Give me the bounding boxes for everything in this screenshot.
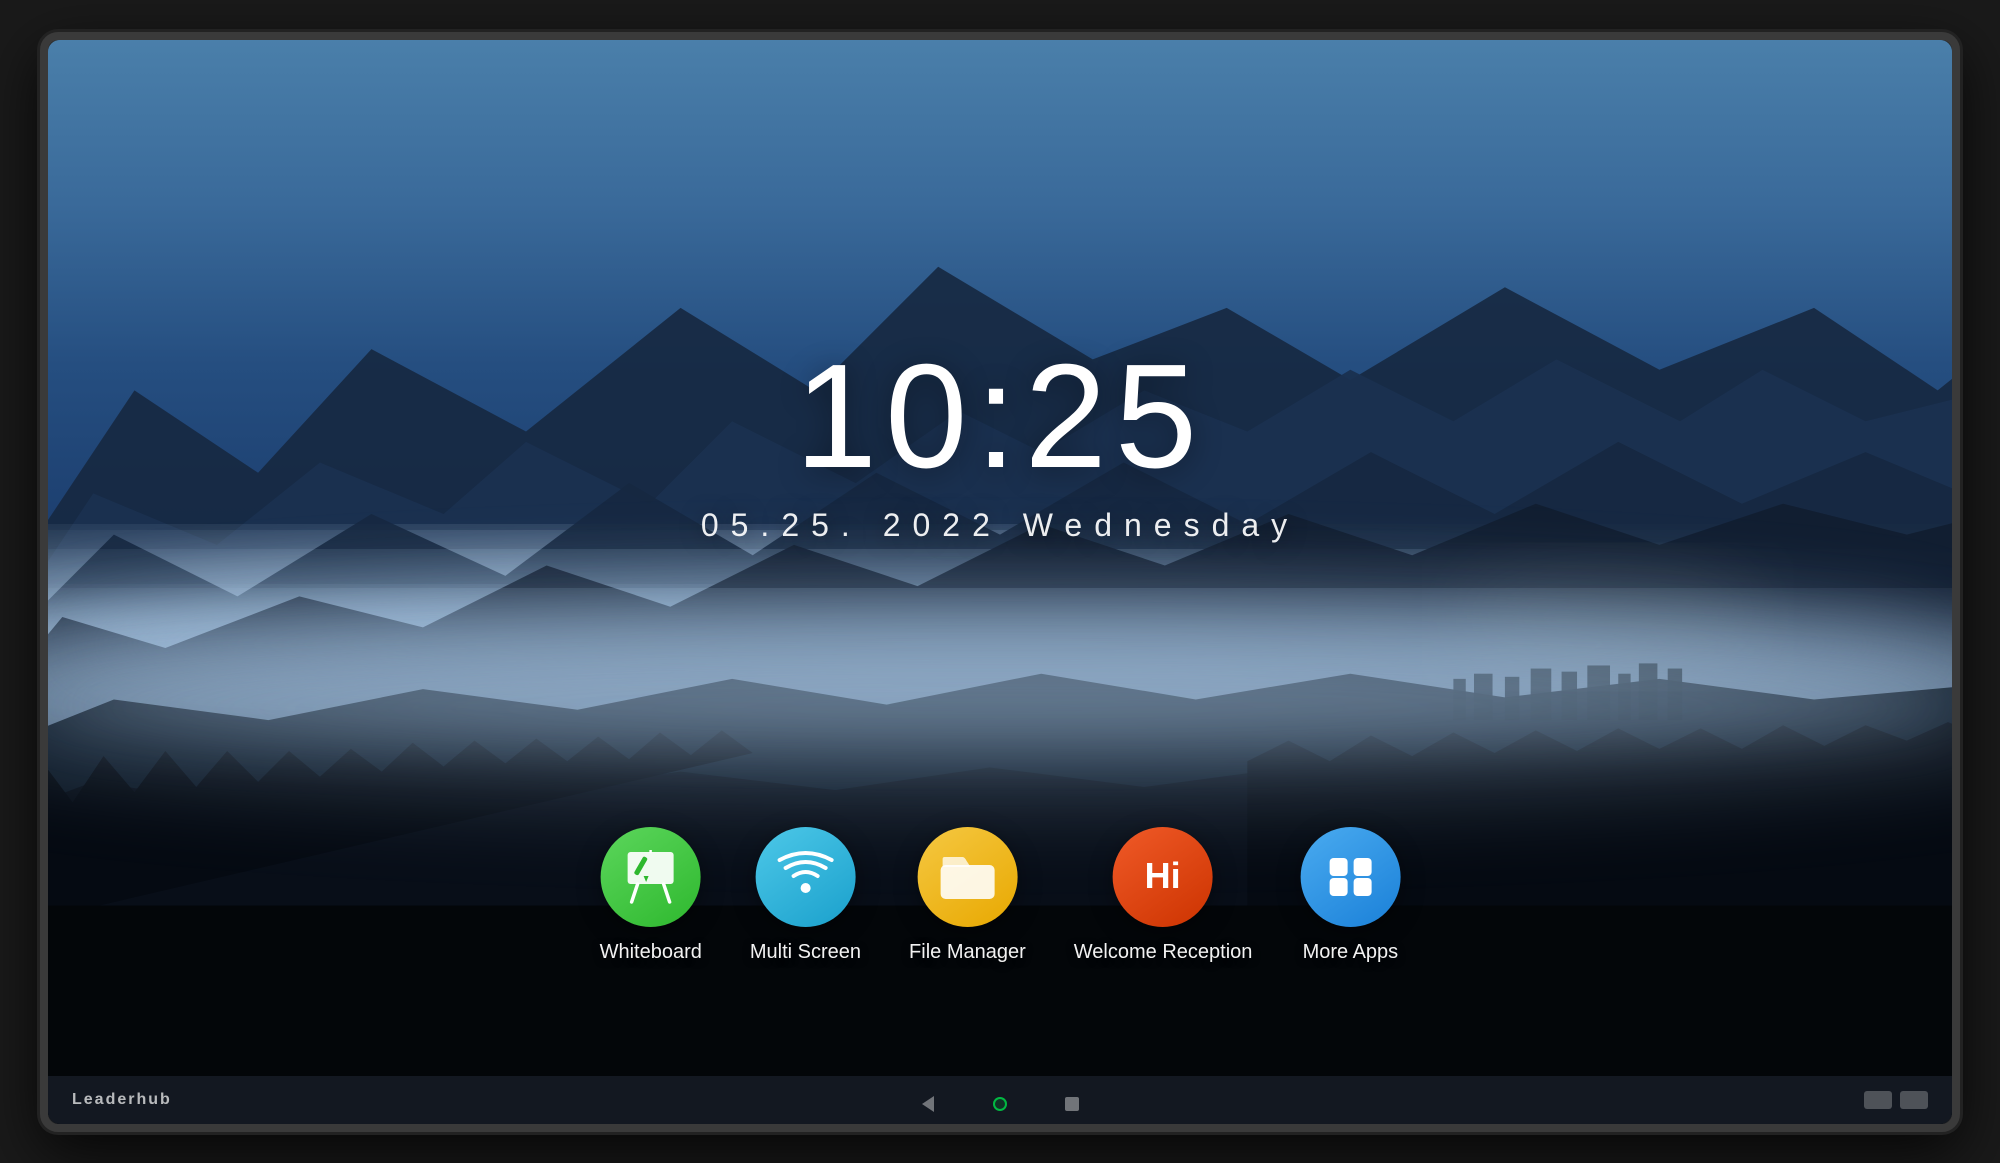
bottom-nav-buttons	[916, 1092, 1084, 1116]
screen: 10:25 05.25. 2022 Wednesday	[48, 40, 1952, 1124]
apps-container: Whiteboard Multi Screen	[600, 827, 1401, 964]
filemanager-label: File Manager	[909, 941, 1026, 964]
clock-time: 10:25	[701, 343, 1299, 491]
bottom-bar: Leaderhub	[48, 1076, 1952, 1124]
menu-icon	[1065, 1097, 1079, 1111]
moreapps-label: More Apps	[1303, 941, 1399, 964]
bottom-icon-1[interactable]	[1864, 1091, 1892, 1109]
nav-home-button[interactable]	[988, 1092, 1012, 1116]
clock-container: 10:25 05.25. 2022 Wednesday	[701, 343, 1299, 544]
app-whiteboard[interactable]: Whiteboard	[600, 827, 702, 964]
multiscreen-svg-icon	[776, 850, 834, 904]
clock-date: 05.25. 2022 Wednesday	[701, 507, 1299, 544]
multiscreen-icon-bg[interactable]	[755, 827, 855, 927]
app-welcome[interactable]: Hi Welcome Reception	[1074, 827, 1253, 964]
bottom-right-controls	[1864, 1091, 1928, 1109]
whiteboard-icon-bg[interactable]	[601, 827, 701, 927]
monitor-frame: 10:25 05.25. 2022 Wednesday	[40, 32, 1960, 1132]
bottom-icon-2[interactable]	[1900, 1091, 1928, 1109]
whiteboard-svg-icon	[622, 850, 680, 904]
back-icon	[922, 1096, 934, 1112]
app-filemanager[interactable]: File Manager	[909, 827, 1026, 964]
nav-back-button[interactable]	[916, 1092, 940, 1116]
welcome-icon-bg[interactable]: Hi	[1113, 827, 1213, 927]
app-moreapps[interactable]: More Apps	[1300, 827, 1400, 964]
nav-menu-button[interactable]	[1060, 1092, 1084, 1116]
filemanager-svg-icon	[936, 851, 998, 903]
whiteboard-label: Whiteboard	[600, 941, 702, 964]
mist-layer-3	[48, 634, 1952, 784]
home-icon	[993, 1097, 1007, 1111]
app-multiscreen[interactable]: Multi Screen	[750, 827, 861, 964]
svg-text:Hi: Hi	[1145, 855, 1181, 896]
filemanager-icon-bg[interactable]	[917, 827, 1017, 927]
welcome-svg-icon: Hi	[1133, 850, 1193, 904]
welcome-label: Welcome Reception	[1074, 941, 1253, 964]
brand-logo: Leaderhub	[72, 1091, 172, 1109]
multiscreen-label: Multi Screen	[750, 941, 861, 964]
moreapps-svg-icon	[1321, 850, 1379, 904]
moreapps-icon-bg[interactable]	[1300, 827, 1400, 927]
